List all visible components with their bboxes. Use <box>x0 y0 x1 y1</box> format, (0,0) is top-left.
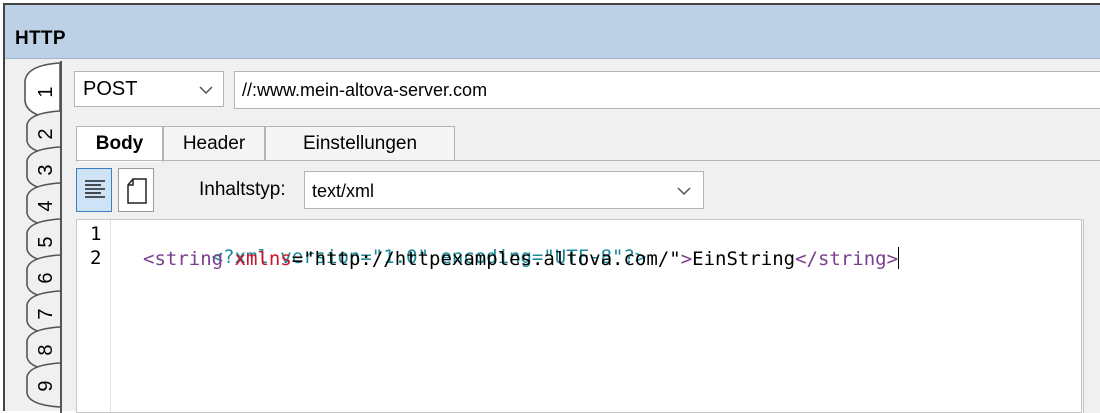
xml-attribute-name: xmlns <box>223 248 292 270</box>
line-number-1: 1 <box>90 223 102 245</box>
tab-underline <box>76 160 1100 161</box>
tab-header[interactable]: Header <box>163 126 265 160</box>
side-tab-1[interactable]: 1 <box>33 77 59 107</box>
url-value: //:www.mein-altova-server.com <box>242 80 488 100</box>
text-caret <box>898 247 900 269</box>
tab-strip-spine <box>60 61 62 413</box>
xml-end-close: > <box>886 248 899 270</box>
editor-right-margin <box>1083 219 1100 413</box>
side-tab-9[interactable]: 9 <box>33 371 59 401</box>
xml-tag-name: string <box>154 248 224 270</box>
url-input[interactable]: //:www.mein-altova-server.com <box>234 71 1100 109</box>
http-window: HTTP 1 2 3 4 5 6 7 8 9 POST //:www.mein-… <box>3 3 1100 413</box>
xml-end-tag-name: string <box>817 248 887 270</box>
code-line-2: <string xmlns="http://httpexamples.altov… <box>143 247 900 271</box>
side-tab-5[interactable]: 5 <box>33 227 59 257</box>
side-tab-3[interactable]: 3 <box>33 155 59 185</box>
method-value: POST <box>83 78 138 100</box>
text-mode-button[interactable] <box>76 168 112 212</box>
xml-attribute-value: "http://httpexamples.altova.com/" <box>303 248 681 270</box>
title-bar: HTTP <box>5 5 1100 59</box>
tab-einstellungen[interactable]: Einstellungen <box>265 126 455 160</box>
body-editor[interactable]: 1 2 <?xml version="1.0" encoding="UTF-8"… <box>76 219 1082 413</box>
side-tab-7[interactable]: 7 <box>33 299 59 329</box>
xml-equals: = <box>291 248 304 270</box>
xml-close-bracket: > <box>680 248 693 270</box>
file-mode-button[interactable] <box>118 168 154 212</box>
content-type-value: text/xml <box>312 181 375 201</box>
vertical-tab-strip: 1 2 3 4 5 6 7 8 9 <box>5 61 65 413</box>
side-tab-4[interactable]: 4 <box>33 191 59 221</box>
side-tab-6[interactable]: 6 <box>33 263 59 293</box>
tab-body[interactable]: Body <box>76 126 163 162</box>
document-icon <box>127 178 147 204</box>
chevron-down-icon <box>677 187 691 196</box>
side-tab-8[interactable]: 8 <box>33 335 59 365</box>
content-type-label: Inhaltstyp: <box>199 179 286 200</box>
xml-end-open: </ <box>795 248 818 270</box>
window-title: HTTP <box>15 28 66 49</box>
method-select[interactable]: POST <box>74 71 224 107</box>
xml-open-bracket: < <box>143 248 155 270</box>
text-lines-icon <box>85 180 105 198</box>
line-number-2: 2 <box>90 247 102 269</box>
xml-text-content: EinString <box>692 248 796 270</box>
chevron-down-icon <box>199 86 213 95</box>
content-type-select[interactable]: text/xml <box>304 171 704 209</box>
side-tab-2[interactable]: 2 <box>33 119 59 149</box>
